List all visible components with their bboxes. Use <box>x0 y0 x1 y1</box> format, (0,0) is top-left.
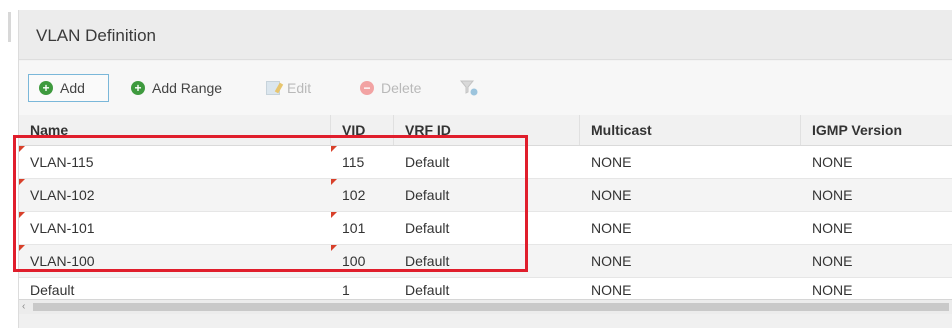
vrf-cell[interactable]: Default <box>394 146 580 178</box>
plus-circle-icon: + <box>131 81 145 95</box>
table-row[interactable]: VLAN-101 101 Default NONE NONE <box>19 212 952 245</box>
multicast-cell[interactable]: NONE <box>580 212 801 244</box>
panel-footer <box>19 314 952 328</box>
multicast-cell[interactable]: NONE <box>580 245 801 277</box>
toolbar: + Add + Add Range Edit − Delete <box>19 61 952 115</box>
edit-button-label: Edit <box>287 80 312 96</box>
filter-icon <box>459 80 478 96</box>
vid-cell[interactable]: 115 <box>331 146 394 178</box>
column-header-name[interactable]: Name <box>19 115 331 145</box>
igmp-cell[interactable]: NONE <box>801 179 952 211</box>
table-row[interactable]: VLAN-115 115 Default NONE NONE <box>19 146 952 179</box>
vlan-definition-panel: VLAN Definition + Add + Add Range Edit −… <box>18 10 952 328</box>
vrf-cell[interactable]: Default <box>394 212 580 244</box>
name-cell[interactable]: VLAN-115 <box>19 146 331 178</box>
delete-button[interactable]: − Delete <box>360 74 421 102</box>
horizontal-scrollbar[interactable]: ‹ <box>19 299 952 314</box>
edit-button[interactable]: Edit <box>266 74 311 102</box>
delete-button-label: Delete <box>381 80 422 96</box>
left-edge <box>0 0 11 328</box>
multicast-cell[interactable]: NONE <box>580 146 801 178</box>
vlan-table: Name VID VRF ID Multicast IGMP Version V… <box>19 115 952 303</box>
table-row[interactable]: VLAN-102 102 Default NONE NONE <box>19 179 952 212</box>
edit-icon <box>266 81 280 95</box>
name-cell[interactable]: VLAN-100 <box>19 245 331 277</box>
name-cell[interactable]: VLAN-102 <box>19 179 331 211</box>
column-header-vrf-id[interactable]: VRF ID <box>394 115 580 145</box>
add-button-label: Add <box>60 80 85 96</box>
add-button[interactable]: + Add <box>28 74 109 102</box>
multicast-cell[interactable]: NONE <box>580 179 801 211</box>
filter-button[interactable] <box>459 74 479 102</box>
igmp-cell[interactable]: NONE <box>801 245 952 277</box>
vid-cell[interactable]: 100 <box>331 245 394 277</box>
vid-cell[interactable]: 102 <box>331 179 394 211</box>
minus-circle-icon: − <box>360 81 374 95</box>
scrollbar-thumb[interactable] <box>33 303 949 311</box>
scroll-left-arrow-icon[interactable]: ‹ <box>22 300 25 314</box>
plus-circle-icon: + <box>39 81 53 95</box>
vid-cell[interactable]: 101 <box>331 212 394 244</box>
table-header-row: Name VID VRF ID Multicast IGMP Version <box>19 115 952 146</box>
table-row[interactable]: VLAN-100 100 Default NONE NONE <box>19 245 952 278</box>
vrf-cell[interactable]: Default <box>394 179 580 211</box>
column-header-multicast[interactable]: Multicast <box>580 115 801 145</box>
igmp-cell[interactable]: NONE <box>801 212 952 244</box>
add-range-button[interactable]: + Add Range <box>131 74 222 102</box>
add-range-button-label: Add Range <box>152 80 223 96</box>
panel-title: VLAN Definition <box>19 10 952 60</box>
left-edge-bar <box>8 12 11 42</box>
igmp-cell[interactable]: NONE <box>801 146 952 178</box>
column-header-vid[interactable]: VID <box>331 115 394 145</box>
column-header-igmp-version[interactable]: IGMP Version <box>801 115 952 145</box>
vrf-cell[interactable]: Default <box>394 245 580 277</box>
name-cell[interactable]: VLAN-101 <box>19 212 331 244</box>
